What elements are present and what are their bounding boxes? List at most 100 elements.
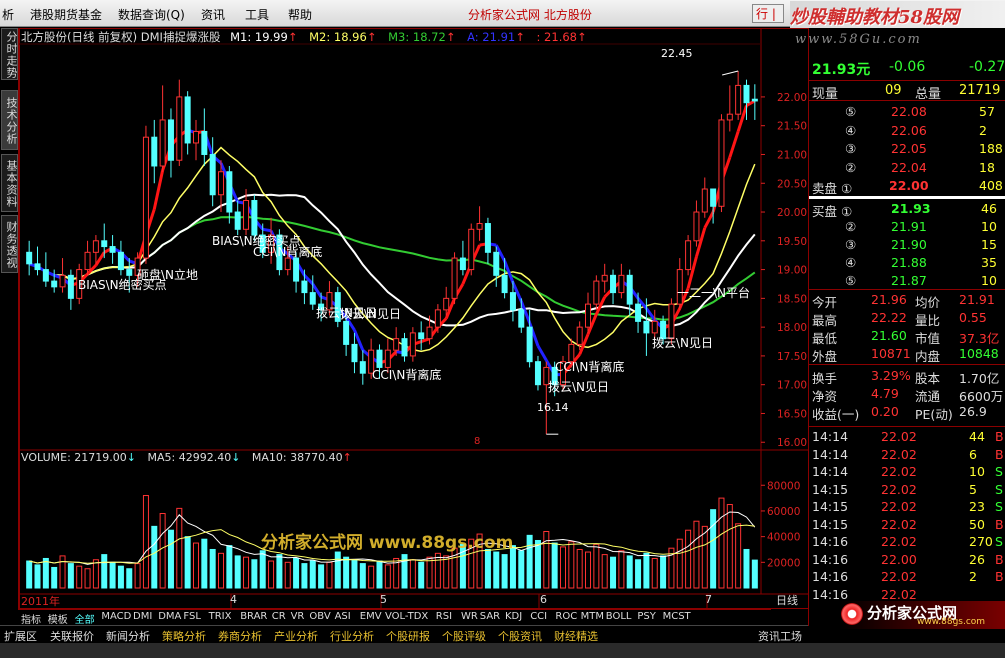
tab-strategy[interactable]: 策略分析 bbox=[162, 628, 206, 644]
tick-side: S bbox=[995, 464, 1003, 479]
tick-time: 14:14 bbox=[812, 446, 849, 462]
tab-finance-picks[interactable]: 财经精选 bbox=[554, 628, 598, 644]
ma10-value: MA10: 38770.40 bbox=[251, 451, 343, 464]
tick-side: B bbox=[995, 569, 1004, 584]
indicator-tab-boll[interactable]: BOLL bbox=[606, 611, 632, 622]
menu-bar: 析 港股期货基金 数据查询(Q) 资讯 工具 帮助 分析家公式网 北方股份 行 … bbox=[0, 0, 1005, 47]
menu-item[interactable]: 帮助 bbox=[288, 6, 312, 23]
indicator-tab-asi[interactable]: ASI bbox=[335, 611, 351, 622]
tab-industry[interactable]: 产业分析 bbox=[274, 628, 318, 644]
indicator-tab-obv[interactable]: OBV bbox=[309, 611, 330, 622]
tab-news[interactable]: 新闻分析 bbox=[106, 628, 150, 644]
tick-time: 14:15 bbox=[812, 499, 849, 514]
volume-tick-label: 60000 bbox=[767, 506, 800, 518]
m3-value: M3: 18.72 bbox=[388, 30, 446, 44]
bid-price: 21.93 bbox=[891, 201, 931, 216]
ma5-value: MA5: 42992.40 bbox=[147, 451, 232, 464]
volume-bar bbox=[559, 546, 566, 589]
order-level-label: ⑤ bbox=[845, 104, 857, 119]
tick-time: 14:16 bbox=[812, 551, 849, 567]
candle-body bbox=[384, 349, 391, 368]
menu-item[interactable]: 数据查询(Q) bbox=[118, 6, 185, 23]
stat-label: 今开 bbox=[812, 295, 838, 310]
tab-extension[interactable]: 扩展区 bbox=[4, 628, 37, 644]
stat-label: PE(动) bbox=[915, 407, 953, 422]
volume-bar bbox=[84, 568, 91, 589]
y-tick-label: 22.00 bbox=[777, 92, 807, 104]
candle-body bbox=[743, 84, 750, 104]
candle-body bbox=[618, 274, 625, 294]
tab-research[interactable]: 个股研报 bbox=[386, 628, 430, 644]
menu-item[interactable]: 资讯 bbox=[201, 6, 225, 23]
order-level-label: ② bbox=[845, 159, 857, 175]
volume-bar bbox=[117, 565, 124, 589]
tab-financial[interactable]: 财务透视 bbox=[1, 215, 18, 273]
chart-title: 北方股份(日线 前复权) DMI捕捉爆涨股 bbox=[21, 30, 221, 44]
tab-stock-news[interactable]: 个股资讯 bbox=[498, 628, 542, 644]
indicator-tab-brar[interactable]: BRAR bbox=[240, 611, 267, 622]
indicator-tab-wr[interactable]: WR bbox=[461, 611, 478, 622]
tab-rating[interactable]: 个股评级 bbox=[442, 628, 486, 644]
ma5-arrow: ↓ bbox=[231, 451, 241, 464]
tick-price: 22.02 bbox=[881, 534, 917, 549]
bid-volume: 46 bbox=[981, 201, 997, 216]
order-level-label: ③ bbox=[845, 237, 857, 252]
tab-intraday[interactable]: 分时走势 bbox=[1, 28, 18, 80]
bid-volume: 15 bbox=[981, 237, 997, 252]
stat-label: 换手 bbox=[812, 371, 838, 386]
indicator-tab-全部[interactable]: 全部 bbox=[75, 611, 95, 626]
period-selector[interactable]: 日线 bbox=[776, 592, 798, 608]
tab-basic-info[interactable]: 基本资料 bbox=[1, 154, 18, 212]
indicator-tab-cr[interactable]: CR bbox=[272, 611, 286, 622]
volume-bar bbox=[368, 565, 375, 589]
indicator-tab-rsi[interactable]: RSI bbox=[436, 611, 452, 622]
indicator-tab-emv[interactable]: EMV bbox=[360, 611, 382, 622]
indicator-tab-kdj[interactable]: KDJ bbox=[505, 611, 522, 622]
tab-technical-analysis[interactable]: 技术分析 bbox=[1, 90, 18, 150]
indicator-tab-macd[interactable]: MACD bbox=[101, 611, 131, 622]
indicator-tab-dma[interactable]: DMA bbox=[158, 611, 181, 622]
indicator-tab-mcst[interactable]: MCST bbox=[663, 611, 691, 622]
x-axis-year: 2011年 bbox=[21, 595, 60, 608]
indicator-tab-vol-tdx[interactable]: VOL-TDX bbox=[385, 611, 428, 622]
ask-volume: 188 bbox=[979, 141, 1003, 156]
stat-label: 收益(一) bbox=[812, 407, 860, 422]
volume-tick-label: 80000 bbox=[767, 480, 800, 492]
candle-body bbox=[735, 84, 742, 115]
a-arrow: ↑ bbox=[515, 30, 525, 44]
indicator-tab-sar[interactable]: SAR bbox=[480, 611, 500, 622]
volume-bar bbox=[359, 563, 366, 589]
indicator-tab-cci[interactable]: CCI bbox=[530, 611, 547, 622]
indicator-tab-指标[interactable]: 指标 bbox=[21, 611, 41, 626]
kline-chart[interactable]: 22.00 21.50 21.00 20.50 20.00 19.50 19.00 18.50… bbox=[19, 28, 809, 609]
tab-sector[interactable]: 行业分析 bbox=[330, 628, 374, 644]
indicator-tab-trix[interactable]: TRIX bbox=[209, 611, 232, 622]
candle-body bbox=[117, 251, 124, 271]
tick-side: S bbox=[995, 534, 1003, 549]
tab-info-workshop[interactable]: 资讯工场 bbox=[758, 628, 802, 644]
candle-body bbox=[359, 361, 366, 374]
indicator-tab-模板[interactable]: 模板 bbox=[48, 611, 68, 626]
indicator-tab-mtm[interactable]: MTM bbox=[581, 611, 604, 622]
stat-value: 22.22 bbox=[871, 310, 907, 325]
tab-related-quote[interactable]: 关联报价 bbox=[50, 628, 94, 644]
menu-item[interactable]: 析 bbox=[2, 6, 14, 23]
indicator-tab-fsl[interactable]: FSL bbox=[183, 611, 201, 622]
indicator-tab-dmi[interactable]: DMI bbox=[133, 611, 152, 622]
quote-toggle-button[interactable]: 行 | bbox=[752, 4, 784, 23]
signal-label: 砸盘\N立地 bbox=[137, 268, 199, 282]
indicator-tab-psy[interactable]: PSY bbox=[637, 611, 656, 622]
menu-item[interactable]: 港股期货基金 bbox=[30, 6, 102, 23]
indicator-tab-vr[interactable]: VR bbox=[291, 611, 305, 622]
tick-volume: 6 bbox=[969, 446, 977, 462]
tab-broker[interactable]: 券商分析 bbox=[218, 628, 262, 644]
candle-body bbox=[101, 240, 108, 248]
volume-bar bbox=[309, 560, 316, 589]
volume-bar bbox=[718, 497, 725, 589]
signal-line-segment bbox=[703, 211, 715, 229]
menu-item[interactable]: 工具 bbox=[245, 6, 269, 23]
indicator-tab-roc[interactable]: ROC bbox=[555, 611, 577, 622]
volume-bar bbox=[660, 555, 667, 589]
indicator-tabs: 指标 模板 全部 MACD DMI DMA FSL TRIX BRAR CR VR OBV ASI EMV… bbox=[19, 609, 771, 626]
order-level-label: ② bbox=[845, 219, 857, 234]
